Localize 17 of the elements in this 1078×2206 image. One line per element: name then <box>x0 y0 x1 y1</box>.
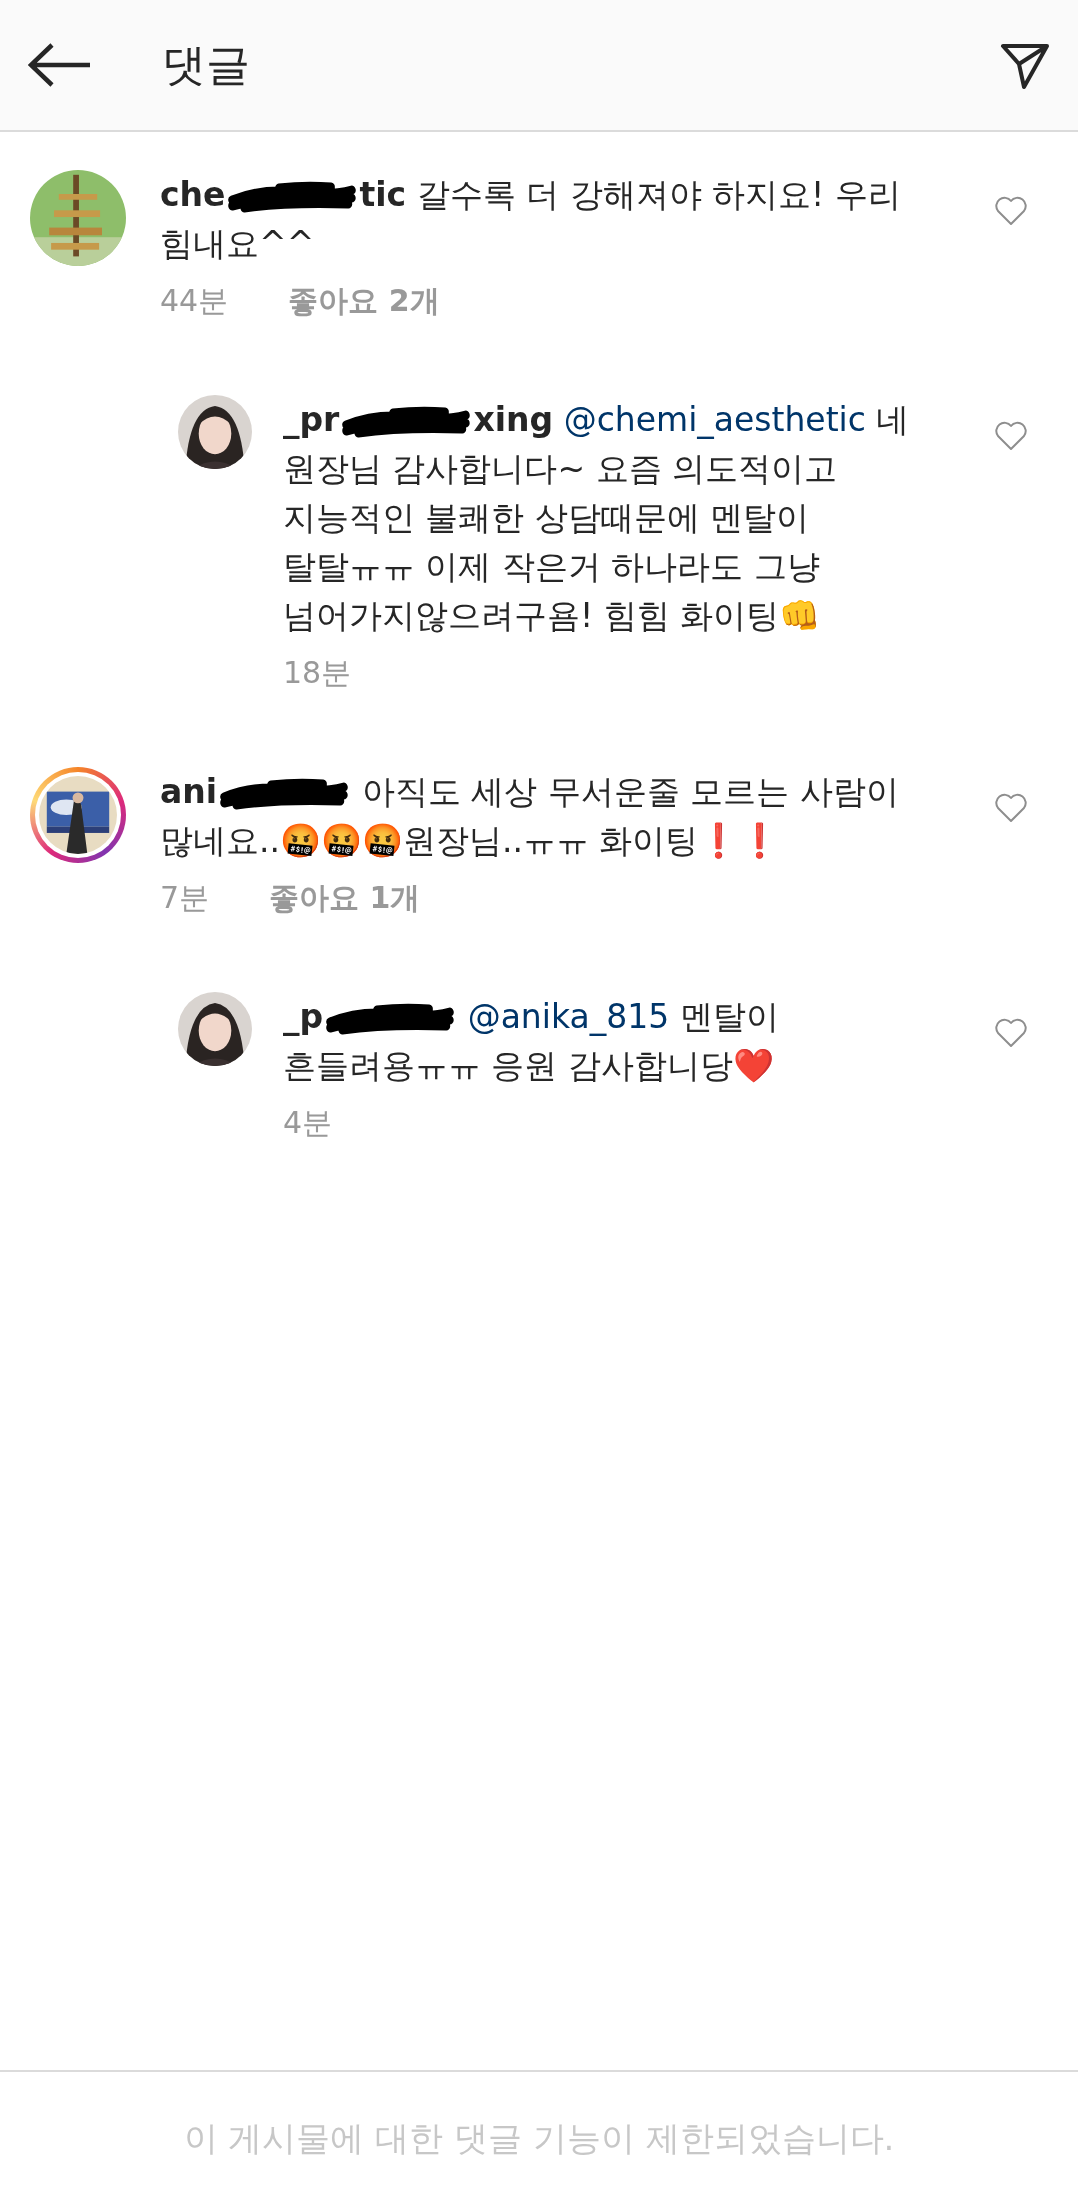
time-label: 44분 <box>160 282 229 320</box>
comment-text: _p @anika_815 멘탈이 흔들려용ㅠㅠ 응원 감사합니당❤ <box>283 996 780 1087</box>
time-label: 4분 <box>283 1104 333 1142</box>
back-icon[interactable] <box>28 43 92 87</box>
likes-count[interactable]: 좋아요 1개 <box>269 873 421 922</box>
comment-text: _pr xing @chemi_aesthetic 네 원장님 감사합니다~ 요즘 의도적이고 지능적인 불쾌한 상담때문에 멘탈이 탈탈ㅠㅠ 이제 작은거 하나라도 그냥 넘어가지않으려구욤! 힘힘 화이팅👊 <box>283 399 911 637</box>
comment-text: che tic 갈수록 더 강해져야 하지요! 우리 힘내요^^ <box>160 174 902 265</box>
screen-title: 댓글 <box>162 37 251 92</box>
heart-icon[interactable] <box>994 1018 1028 1048</box>
likes-count[interactable]: 좋아요 2개 <box>288 276 440 325</box>
comments-disabled-notice: 이 게시물에 대한 댓글 기능이 제한되었습니다. <box>183 2117 895 2160</box>
heart-icon[interactable] <box>994 196 1028 226</box>
heart-icon[interactable] <box>994 793 1028 823</box>
comment-text: ani 아직도 세상 무서운줄 모르는 사람이 많네요..🤬🤬🤬원장님..ㅠㅠ 화이팅❗❗ <box>160 771 900 862</box>
heart-icon[interactable] <box>994 421 1028 451</box>
time-label: 7분 <box>160 879 210 917</box>
time-label: 18분 <box>283 654 352 692</box>
